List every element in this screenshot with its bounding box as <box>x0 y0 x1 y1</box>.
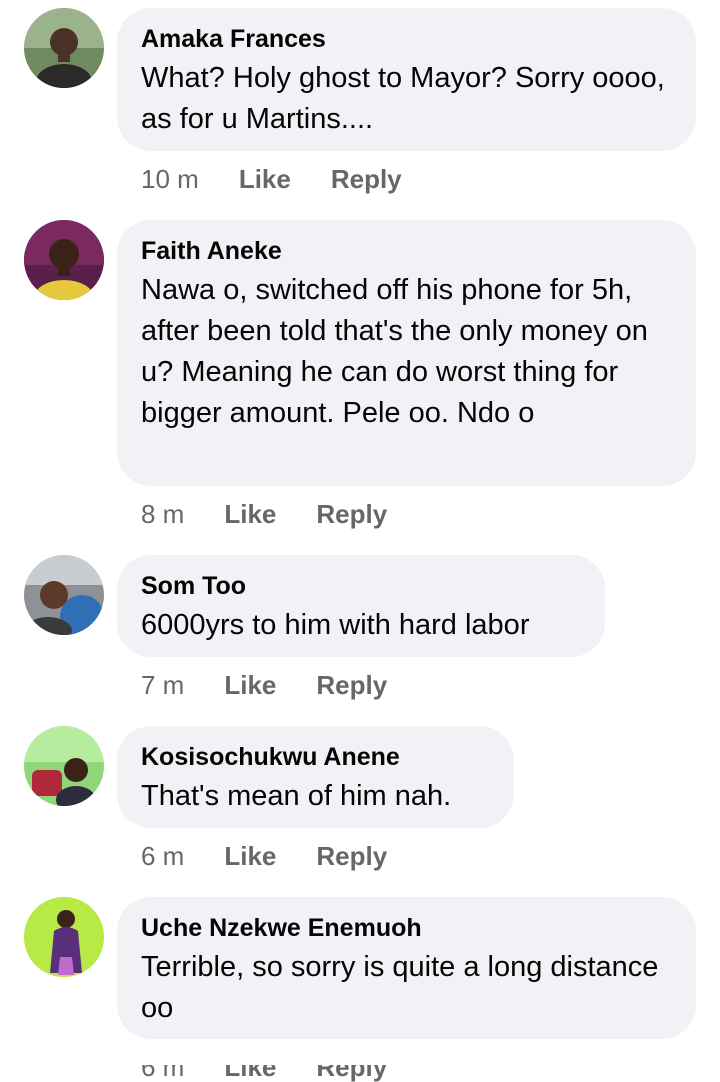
comment-bubble: Uche Nzekwe Enemuoh Terrible, so sorry i… <box>117 897 696 1039</box>
comment-actions: 7 m Like Reply <box>141 670 387 700</box>
comment-bubble: Faith Aneke Nawa o, switched off his pho… <box>117 220 696 486</box>
profile-photo-icon <box>24 555 104 635</box>
reply-button[interactable]: Reply <box>316 670 387 700</box>
like-button[interactable]: Like <box>224 841 276 871</box>
comment-timestamp[interactable]: 7 m <box>141 670 184 700</box>
screenshot-crop-edge <box>0 1052 720 1065</box>
comment-text: Terrible, so sorry is quite a long dista… <box>141 951 659 1024</box>
comment-text: What? Holy ghost to Mayor? Sorry oooo, a… <box>141 62 665 135</box>
profile-photo-icon <box>24 8 104 88</box>
comment-bubble: Som Too 6000yrs to him with hard labor <box>117 555 605 657</box>
avatar[interactable] <box>24 726 104 806</box>
comment-bubble: Kosisochukwu Anene That's mean of him na… <box>117 726 514 828</box>
comment-author[interactable]: Uche Nzekwe Enemuoh <box>141 913 672 943</box>
profile-photo-icon <box>24 897 104 977</box>
like-button[interactable]: Like <box>239 164 291 194</box>
reply-button[interactable]: Reply <box>316 499 387 529</box>
comment-actions: 8 m Like Reply <box>141 499 387 529</box>
reply-button[interactable]: Reply <box>316 841 387 871</box>
avatar[interactable] <box>24 897 104 977</box>
comment-timestamp[interactable]: 10 m <box>141 164 199 194</box>
comment-timestamp[interactable]: 6 m <box>141 841 184 871</box>
avatar[interactable] <box>24 8 104 88</box>
comment-text: Nawa o, switched off his phone for 5h, a… <box>141 274 648 429</box>
comment-author[interactable]: Kosisochukwu Anene <box>141 742 490 772</box>
avatar[interactable] <box>24 220 104 300</box>
comment-author[interactable]: Faith Aneke <box>141 236 672 266</box>
comment-bubble: Amaka Frances What? Holy ghost to Mayor?… <box>117 8 696 151</box>
reply-button[interactable]: Reply <box>331 164 402 194</box>
comment-actions: 10 m Like Reply <box>141 164 402 194</box>
avatar[interactable] <box>24 555 104 635</box>
comment-author[interactable]: Amaka Frances <box>141 24 672 54</box>
comment-author[interactable]: Som Too <box>141 571 581 601</box>
comment-actions: 6 m Like Reply <box>141 841 387 871</box>
comment-text: 6000yrs to him with hard labor <box>141 609 530 641</box>
profile-photo-icon <box>24 220 104 300</box>
comment-text: That's mean of him nah. <box>141 780 452 812</box>
like-button[interactable]: Like <box>224 670 276 700</box>
comment-timestamp[interactable]: 8 m <box>141 499 184 529</box>
profile-photo-icon <box>24 726 104 806</box>
like-button[interactable]: Like <box>224 499 276 529</box>
